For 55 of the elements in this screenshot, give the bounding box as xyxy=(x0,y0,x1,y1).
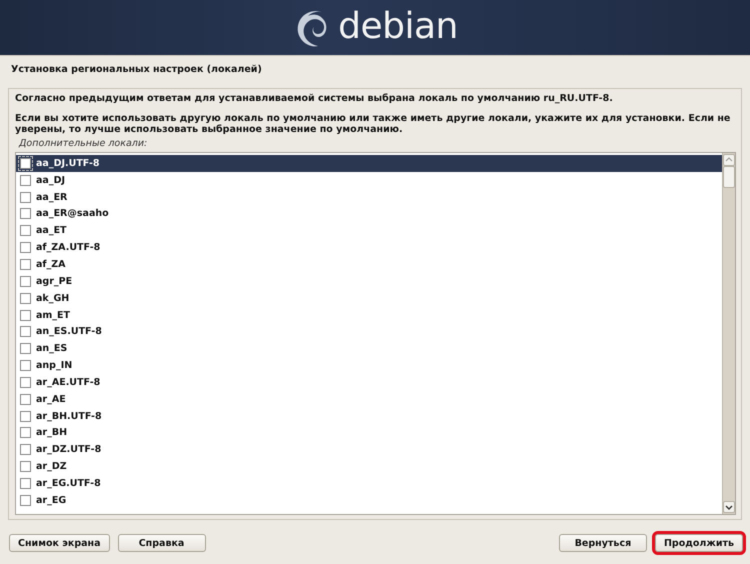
checkbox[interactable] xyxy=(20,310,31,321)
locale-item[interactable]: ar_EG.UTF-8 xyxy=(16,475,722,492)
locale-item[interactable]: af_ZA xyxy=(16,256,722,273)
locale-item[interactable]: aa_ER@saaho xyxy=(16,206,722,222)
checkbox[interactable] xyxy=(20,292,31,304)
scroll-down-icon[interactable] xyxy=(723,501,735,513)
footer-button[interactable]: Продолжить xyxy=(654,534,743,552)
locale-item[interactable]: aa_DJ xyxy=(16,172,722,189)
checkbox[interactable] xyxy=(20,478,31,489)
locale-item[interactable]: ar_BH xyxy=(16,424,722,442)
locale-item[interactable]: anp_IN xyxy=(16,357,722,374)
footer-button[interactable]: Вернуться xyxy=(558,534,647,552)
scrollbar[interactable] xyxy=(722,153,735,514)
locale-item[interactable]: agr_PE xyxy=(16,272,722,290)
locale-item[interactable]: aa_DJ.UTF-8 xyxy=(16,155,722,172)
locale-item[interactable]: ar_EG xyxy=(16,492,722,509)
checkbox[interactable] xyxy=(20,174,31,186)
logo-text: debian xyxy=(338,6,458,47)
checkbox[interactable] xyxy=(20,427,31,438)
checkbox[interactable] xyxy=(20,461,31,472)
locale-item[interactable]: an_ES.UTF-8 xyxy=(16,323,722,340)
checkbox[interactable] xyxy=(20,360,31,372)
checkbox[interactable] xyxy=(20,326,31,338)
locale-item[interactable]: ar_BH.UTF-8 xyxy=(16,408,722,424)
scroll-thumb[interactable] xyxy=(723,166,735,188)
locale-item[interactable]: ar_DZ xyxy=(16,458,722,476)
checkbox[interactable] xyxy=(20,192,31,203)
checkbox[interactable] xyxy=(20,158,31,169)
page-title: Установка региональных настроек (локалей) xyxy=(10,63,263,77)
list-label: Дополнительные локали: xyxy=(19,138,148,149)
description-text: Если вы хотите использовать другую локаль по умолчанию или также иметь другие локали, укажите их для установки. Если не уверены, то лучше использовать выбранное значение по умолчанию. xyxy=(15,113,732,135)
description-text: Согласно предыдущим ответам для устанавливаемой системы выбрана локаль по умолчанию ru_RU.UTF-8. xyxy=(15,93,614,104)
checkbox[interactable] xyxy=(20,394,31,405)
locale-item[interactable]: aa_ER xyxy=(16,188,722,206)
checkbox[interactable] xyxy=(20,343,31,354)
locale-item[interactable]: ar_DZ.UTF-8 xyxy=(16,441,722,458)
locale-item[interactable]: am_ET xyxy=(16,306,722,324)
locale-item[interactable]: an_ES xyxy=(16,340,722,358)
checkbox[interactable] xyxy=(20,276,31,287)
checkbox[interactable] xyxy=(20,410,31,422)
locale-item[interactable]: ar_AE xyxy=(16,390,722,408)
locale-item[interactable]: ak_GH xyxy=(16,290,722,307)
locale-item[interactable]: ar_AE.UTF-8 xyxy=(16,374,722,391)
checkbox[interactable] xyxy=(20,444,31,456)
checkbox[interactable] xyxy=(20,376,31,388)
checkbox[interactable] xyxy=(20,494,31,506)
footer-button[interactable]: Справка xyxy=(118,534,206,552)
locale-item[interactable]: aa_ET xyxy=(16,222,722,240)
scroll-up-icon[interactable] xyxy=(723,154,735,166)
locale-item[interactable]: af_ZA.UTF-8 xyxy=(16,239,722,256)
checkbox[interactable] xyxy=(20,258,31,270)
footer-button[interactable]: Снимок экрана xyxy=(9,534,110,552)
checkbox[interactable] xyxy=(20,208,31,220)
checkbox[interactable] xyxy=(20,242,31,254)
checkbox[interactable] xyxy=(20,225,31,236)
